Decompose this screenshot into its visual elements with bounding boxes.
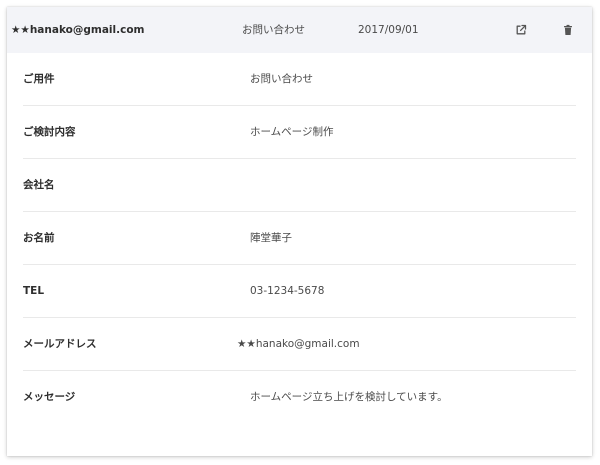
header-subject: お問い合わせ	[242, 24, 305, 36]
header-date: 2017/09/01	[358, 24, 419, 36]
trash-icon[interactable]	[559, 21, 577, 39]
field-row-consideration: ご検討内容 ホームページ制作	[23, 106, 576, 159]
field-label: メールアドレス	[23, 338, 97, 350]
field-row-message: メッセージ ホームページ立ち上げを検討しています。	[23, 371, 576, 423]
field-label: お名前	[23, 232, 55, 244]
field-value: ホームページ立ち上げを検討しています。	[250, 391, 448, 403]
field-value: ★★hanako@gmail.com	[237, 338, 360, 350]
field-value: ホームページ制作	[250, 126, 334, 138]
external-link-icon[interactable]	[512, 21, 530, 39]
field-row-name: お名前 陣堂華子	[23, 212, 576, 265]
field-label: ご検討内容	[23, 126, 76, 138]
field-label: 会社名	[23, 179, 55, 191]
field-row-email: メールアドレス ★★hanako@gmail.com	[23, 318, 576, 371]
inquiry-header[interactable]: ★★hanako@gmail.com お問い合わせ 2017/09/01	[7, 7, 592, 53]
field-value: 陣堂華子	[250, 232, 292, 244]
field-label: メッセージ	[23, 391, 76, 403]
field-value: お問い合わせ	[250, 73, 313, 85]
field-row-tel: TEL 03-1234-5678	[23, 265, 576, 318]
field-value: 03-1234-5678	[250, 285, 325, 297]
header-email: ★★hanako@gmail.com	[11, 24, 145, 36]
field-label: ご用件	[23, 73, 55, 85]
inquiry-card: ★★hanako@gmail.com お問い合わせ 2017/09/01 ご用件…	[7, 7, 592, 456]
field-row-subject: ご用件 お問い合わせ	[23, 53, 576, 106]
field-label: TEL	[23, 285, 45, 297]
inquiry-detail-list: ご用件 お問い合わせ ご検討内容 ホームページ制作 会社名 お名前 陣堂華子 T…	[23, 53, 576, 423]
field-row-company: 会社名	[23, 159, 576, 212]
